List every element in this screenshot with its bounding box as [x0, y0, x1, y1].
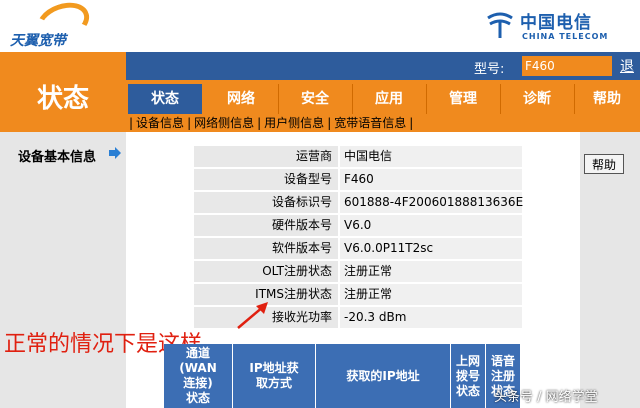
submenu-user-side-info[interactable]: 用户侧信息 [264, 116, 324, 130]
submenu-divider: | [327, 116, 332, 130]
info-value: -20.3 dBm [340, 307, 522, 328]
info-key: OLT注册状态 [194, 261, 338, 282]
info-key: 设备标识号 [194, 192, 338, 213]
info-key: 设备型号 [194, 169, 338, 190]
left-nav-panel [0, 132, 126, 408]
submenu-divider: | [187, 116, 192, 130]
model-value: F460 [522, 56, 612, 76]
brand-left-text: 天翼宽带 [10, 33, 66, 49]
tab-status[interactable]: 状态 [128, 84, 202, 114]
info-value: V6.0.0P11T2sc [340, 238, 522, 259]
tab-divider [426, 84, 427, 114]
submenu: | 设备信息 | 网络侧信息 | 用户侧信息 | 宽带语音信息 | [126, 114, 416, 132]
tab-divider [352, 84, 353, 114]
wan-status-table-header: 通道 (WAN 连接) 状态 IP地址获 取方式 获取的IP地址 上网 拨号 状… [164, 344, 520, 408]
left-nav-device-basic-info[interactable]: 设备基本信息 [18, 146, 96, 165]
brand-right-cn: 中国电信 [520, 13, 592, 33]
help-button[interactable]: 帮助 [584, 154, 624, 174]
brand-logo-right: 中国电信 CHINA TELECOM [482, 4, 632, 48]
info-key: 硬件版本号 [194, 215, 338, 236]
china-telecom-logo-icon [487, 12, 513, 38]
info-key: 运营商 [194, 146, 338, 167]
info-value: 注册正常 [340, 261, 522, 282]
info-value: 注册正常 [340, 284, 522, 305]
brand-logo-left: 天翼宽带 [6, 0, 126, 49]
arrow-right-icon [109, 147, 121, 159]
tab-security[interactable]: 安全 [278, 88, 352, 108]
model-label: 型号: [474, 62, 505, 77]
table-row: 运营商 中国电信 [194, 146, 522, 169]
brand-right-en: CHINA TELECOM [522, 32, 609, 41]
tab-divider [574, 84, 575, 114]
wan-header-channel-status: 通道 (WAN 连接) 状态 [179, 346, 217, 405]
wan-header-ip-address: 获取的IP地址 [346, 368, 420, 383]
wan-header-ip-method: IP地址获 取方式 [249, 361, 299, 390]
submenu-voice-info[interactable]: 宽带语音信息 [334, 116, 406, 130]
info-value: V6.0 [340, 215, 522, 236]
submenu-divider: | [257, 116, 262, 130]
exit-link[interactable]: 退 [620, 56, 634, 76]
table-row: 设备标识号 601888-4F20060188813636E [194, 192, 523, 215]
watermark: 头条号 / 网络学堂 [494, 390, 598, 405]
info-value: 中国电信 [340, 146, 522, 167]
table-row: OLT注册状态 注册正常 [194, 261, 522, 284]
submenu-divider: | [409, 116, 414, 130]
tab-divider [278, 84, 279, 114]
submenu-network-side-info[interactable]: 网络侧信息 [194, 116, 254, 130]
info-key: 软件版本号 [194, 238, 338, 259]
submenu-device-info[interactable]: 设备信息 [136, 116, 184, 130]
tab-application[interactable]: 应用 [352, 88, 426, 108]
tab-network[interactable]: 网络 [204, 88, 278, 108]
tab-divider [500, 84, 501, 114]
tab-help[interactable]: 帮助 [574, 88, 640, 108]
table-row: 软件版本号 V6.0.0P11T2sc [194, 238, 522, 261]
section-title: 状态 [36, 84, 89, 114]
info-value: F460 [340, 169, 522, 190]
table-row: 硬件版本号 V6.0 [194, 215, 522, 238]
tab-management[interactable]: 管理 [426, 88, 500, 108]
submenu-divider: | [129, 116, 134, 130]
table-row: 设备型号 F460 [194, 169, 522, 192]
tab-diagnosis[interactable]: 诊断 [500, 88, 574, 108]
annotation-arrow-icon [237, 302, 268, 329]
info-value: 601888-4F20060188813636E [340, 192, 523, 213]
wan-header-dial-status: 上网 拨号 状态 [455, 353, 480, 398]
